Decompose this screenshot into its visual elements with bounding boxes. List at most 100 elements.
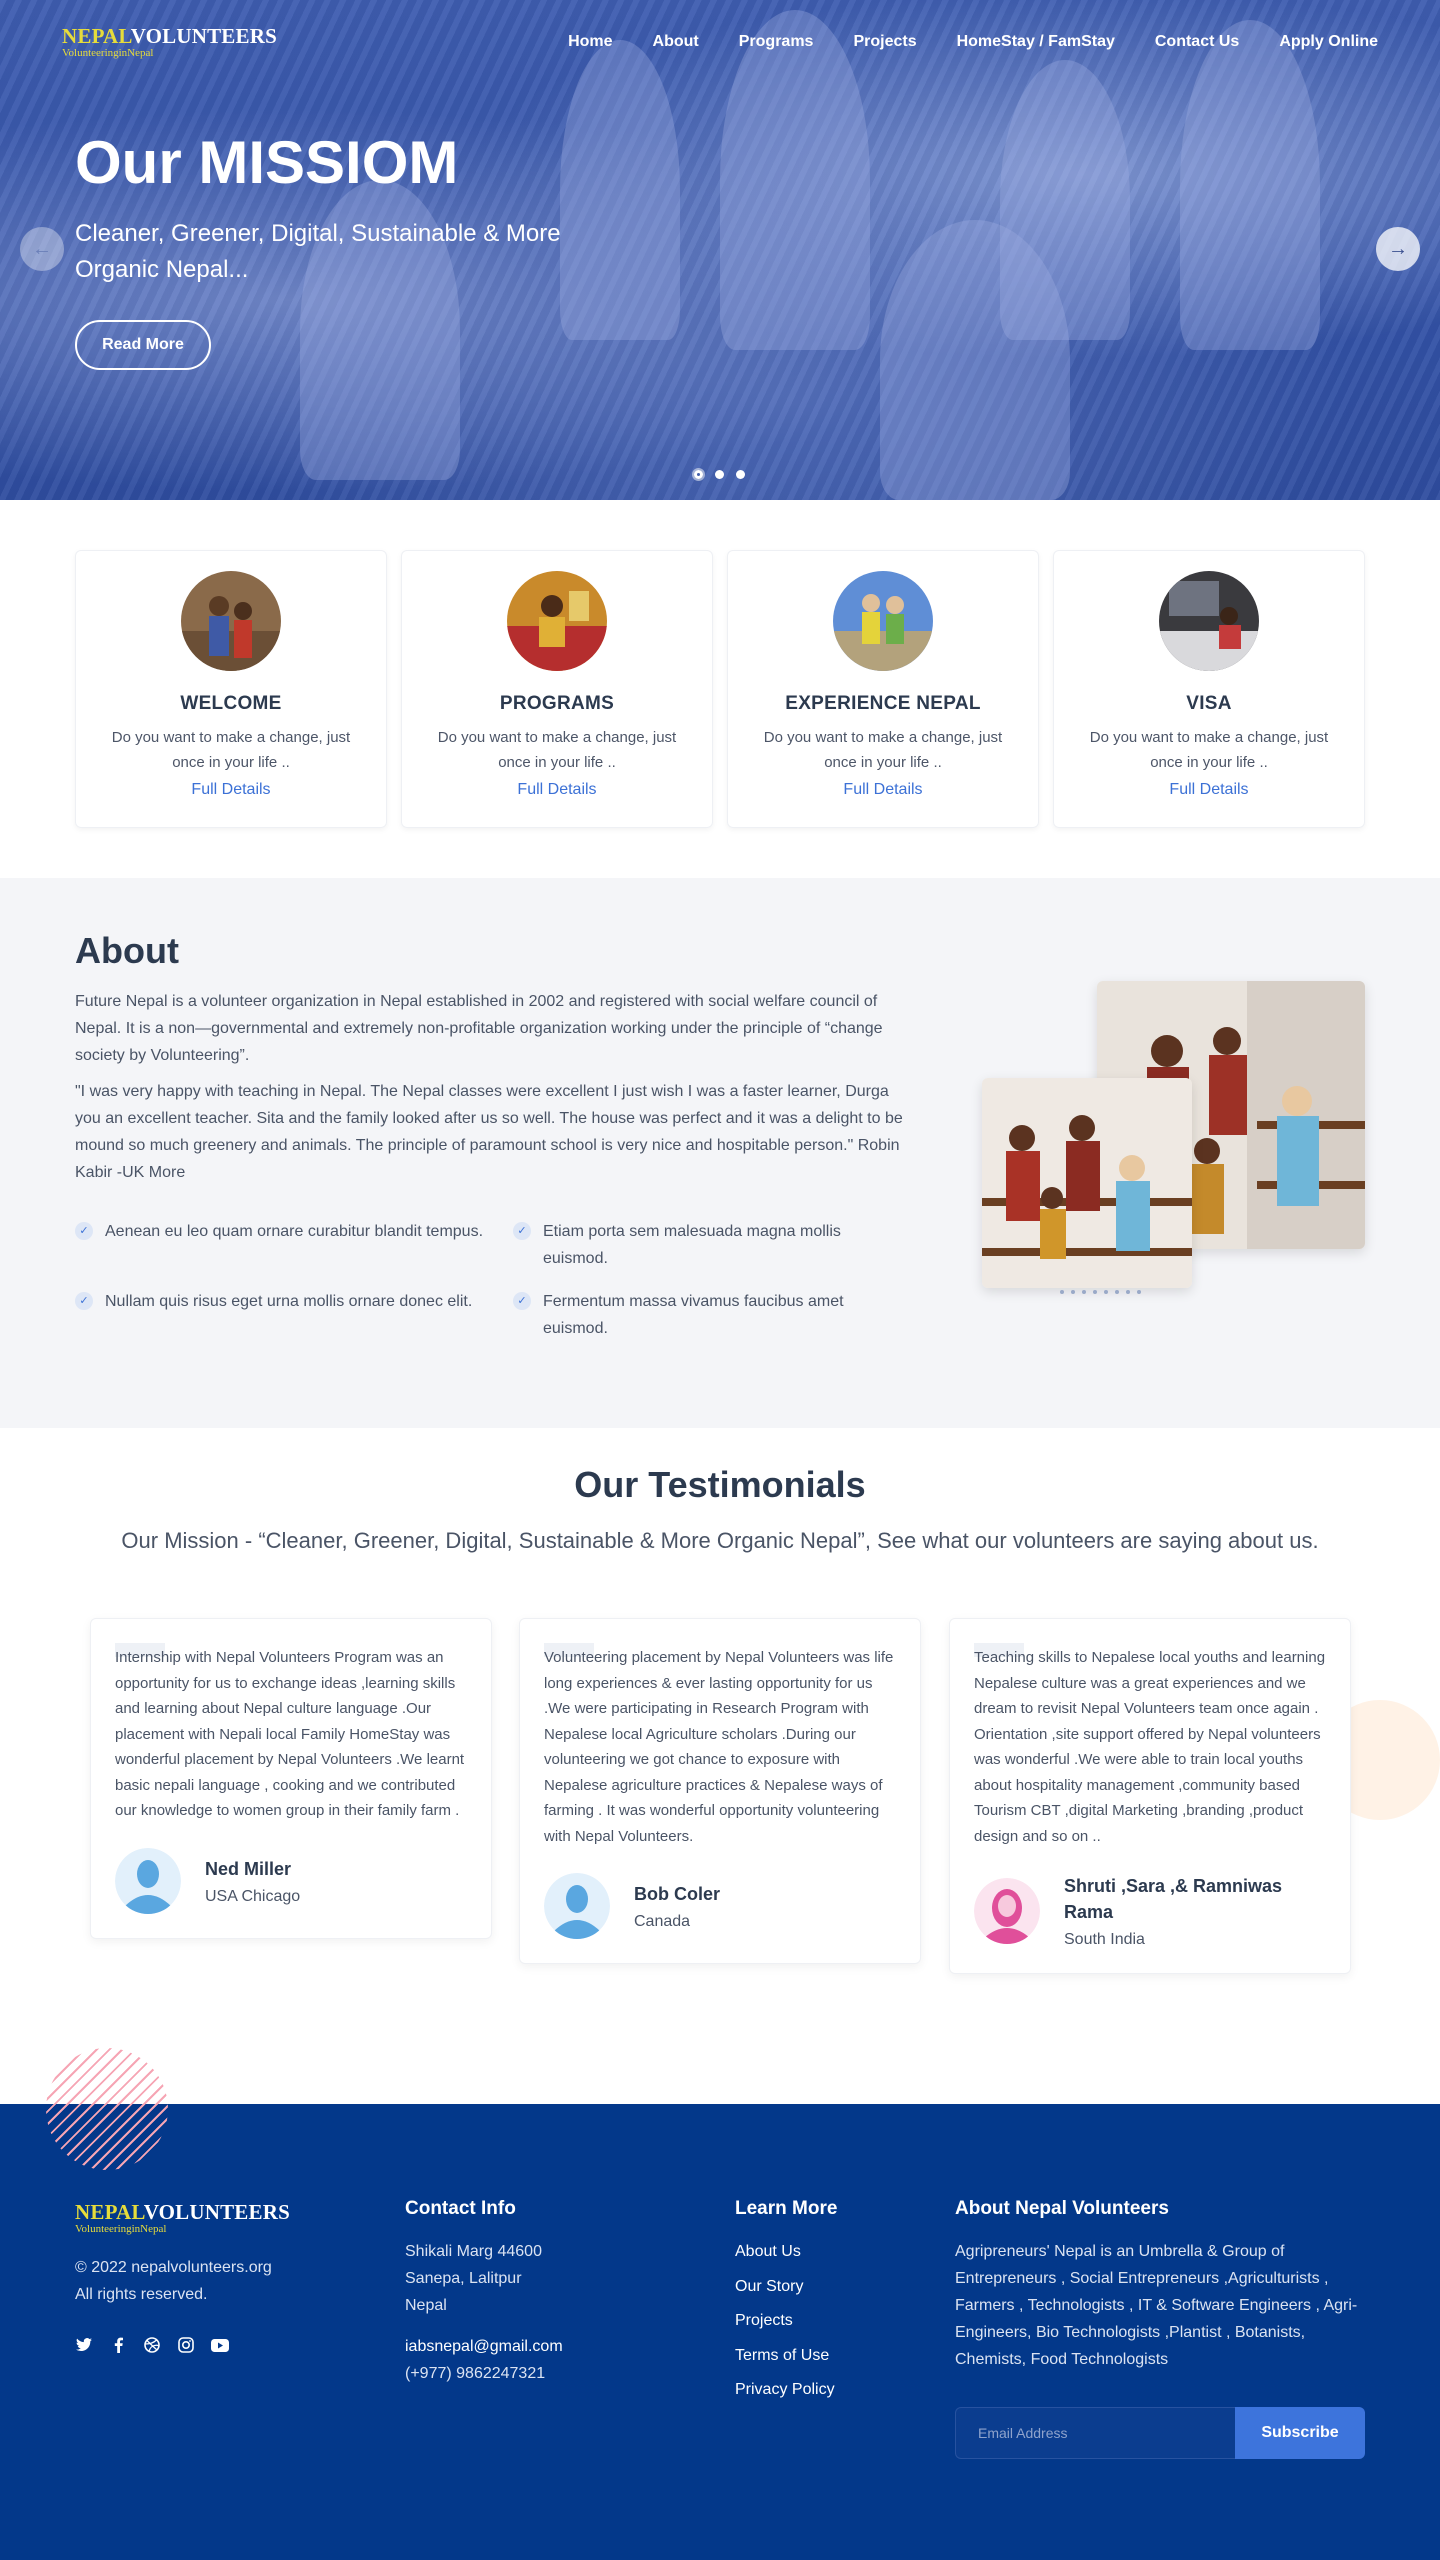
site-logo[interactable]: NEPALVOLUNTEERS VolunteeringinNepal xyxy=(62,23,277,59)
author-name: Bob Coler xyxy=(634,1884,721,1904)
footer-contact: Contact Info Shikali Marg 44600 Sanepa, … xyxy=(405,2198,563,2387)
full-details-link[interactable]: Full Details xyxy=(728,781,1038,799)
subscribe-button[interactable]: Subscribe xyxy=(1235,2407,1365,2459)
feature-text: Do you want to make a change, just once … xyxy=(1089,729,1329,771)
feature-title: EXPERIENCE NEPAL xyxy=(785,693,981,714)
feature-photo xyxy=(181,571,281,671)
slider-next-button[interactable]: → xyxy=(1376,227,1420,271)
photo-dots-decoration xyxy=(1060,1290,1141,1294)
nav-projects[interactable]: Projects xyxy=(853,33,916,51)
rights-text: All rights reserved. xyxy=(75,2286,208,2303)
avatar xyxy=(974,1878,1040,1944)
logo-text-yellow: NEPAL xyxy=(62,23,131,48)
arrow-left-icon: ← xyxy=(32,237,52,260)
footer-link-projects[interactable]: Projects xyxy=(735,2307,837,2334)
full-details-link[interactable]: Full Details xyxy=(1054,781,1364,799)
testimonial-author: Shruti ,Sara ,& Ramniwas Rama South Indi… xyxy=(974,1873,1326,1949)
logo-text-yellow: NEPAL xyxy=(75,2200,144,2224)
check-icon: ✓ xyxy=(513,1222,531,1240)
testimonial-card: Internship with Nepal Volunteers Program… xyxy=(90,1618,492,1939)
testimonials-title: Our Testimonials xyxy=(574,1464,866,1505)
nav-home[interactable]: Home xyxy=(568,33,612,51)
testimonial-card: Teaching skills to Nepalese local youths… xyxy=(949,1618,1351,1974)
logo-subtitle: VolunteeringinNepal xyxy=(62,46,154,59)
testimonial-quote: Teaching skills to Nepalese local youths… xyxy=(974,1649,1326,1845)
about-checklist: ✓ Aenean eu leo quam ornare curabitur bla… xyxy=(75,1218,915,1342)
address-line: Nepal xyxy=(405,2297,447,2314)
testimonials-lead: Our Mission - “Cleaner, Greener, Digital… xyxy=(121,1528,1319,1553)
footer-learn-more: Learn More About Us Our Story Projects T… xyxy=(735,2198,837,2411)
feature-photo xyxy=(507,571,607,671)
author-name: Shruti ,Sara ,& Ramniwas Rama xyxy=(1064,1876,1283,1922)
site-footer: NEPALVOLUNTEERS VolunteeringinNepal © 20… xyxy=(0,2104,1440,2560)
checklist-item: ✓ Aenean eu leo quam ornare curabitur bla… xyxy=(75,1218,513,1272)
nav-contact-us[interactable]: Contact Us xyxy=(1155,33,1239,51)
copyright-text: © 2022 nepalvolunteers.org xyxy=(75,2259,272,2276)
slider-pagination xyxy=(694,470,745,479)
youtube-icon[interactable] xyxy=(211,2336,229,2354)
checklist-text: Aenean eu leo quam ornare curabitur blan… xyxy=(105,1223,484,1240)
checklist-item: ✓ Nullam quis risus eget urna mollis orna… xyxy=(75,1288,513,1342)
about-testimonial-paragraph: "I was very happy with teaching in Nepal… xyxy=(75,1083,903,1181)
footer-logo[interactable]: NEPALVOLUNTEERS VolunteeringinNepal xyxy=(75,2202,290,2235)
avatar xyxy=(544,1873,610,1939)
slider-prev-button[interactable]: ← xyxy=(20,227,64,271)
facebook-icon[interactable] xyxy=(109,2336,127,2354)
footer-about-text: Agripreneurs' Nepal is an Umbrella & Gro… xyxy=(955,2243,1358,2368)
footer-link-about-us[interactable]: About Us xyxy=(735,2238,837,2265)
nav-apply-online[interactable]: Apply Online xyxy=(1279,33,1378,51)
feature-title: PROGRAMS xyxy=(499,693,615,714)
feature-text: Do you want to make a change, just once … xyxy=(437,729,677,771)
slider-dot[interactable] xyxy=(694,470,703,479)
about-photo-front xyxy=(982,1078,1192,1288)
about-title: About xyxy=(75,930,179,971)
contact-email-link[interactable]: iabsnepal@gmail.com xyxy=(405,2333,563,2360)
nav-about[interactable]: About xyxy=(653,33,699,51)
avatar xyxy=(115,1847,181,1914)
address-line: Sanepa, Lalitpur xyxy=(405,2270,522,2287)
logo-subtitle: VolunteeringinNepal xyxy=(75,2223,167,2235)
instagram-icon[interactable] xyxy=(177,2336,195,2354)
arrow-right-icon: → xyxy=(1388,237,1408,260)
footer-about: About Nepal Volunteers Agripreneurs' Nep… xyxy=(955,2198,1365,2373)
footer-about-heading: About Nepal Volunteers xyxy=(955,2198,1169,2219)
top-navigation: NEPALVOLUNTEERS VolunteeringinNepal Home… xyxy=(0,0,1440,84)
about-paragraph: Future Nepal is a volunteer organization… xyxy=(75,993,883,1064)
read-more-button[interactable]: Read More xyxy=(75,320,211,370)
testimonial-quote: Internship with Nepal Volunteers Program… xyxy=(115,1649,465,1819)
nav-programs[interactable]: Programs xyxy=(739,33,814,51)
full-details-link[interactable]: Full Details xyxy=(76,781,386,799)
logo-text-white: VOLUNTEERS xyxy=(143,2200,290,2224)
nav-homestay[interactable]: HomeStay / FamStay xyxy=(957,33,1115,51)
slider-dot[interactable] xyxy=(715,470,724,479)
author-location: South India xyxy=(1064,1931,1145,1948)
learn-more-heading: Learn More xyxy=(735,2198,838,2219)
feature-title: WELCOME xyxy=(180,693,282,714)
feature-card-welcome: WELCOME Do you want to make a change, ju… xyxy=(75,550,387,828)
feature-photo xyxy=(833,571,933,671)
twitter-icon[interactable] xyxy=(75,2336,93,2354)
feature-cards: WELCOME Do you want to make a change, ju… xyxy=(0,500,1440,878)
slider-dot[interactable] xyxy=(736,470,745,479)
checklist-text: Etiam porta sem malesuada magna mollis e… xyxy=(543,1223,841,1267)
testimonial-card: Volunteering placement by Nepal Voluntee… xyxy=(519,1618,921,1964)
checklist-text: Nullam quis risus eget urna mollis ornar… xyxy=(105,1293,473,1310)
feature-text: Do you want to make a change, just once … xyxy=(111,729,351,771)
dribbble-icon[interactable] xyxy=(143,2336,161,2354)
full-details-link[interactable]: Full Details xyxy=(402,781,712,799)
social-links xyxy=(75,2336,229,2354)
footer-link-terms[interactable]: Terms of Use xyxy=(735,2342,837,2369)
copyright: © 2022 nepalvolunteers.org All rights re… xyxy=(75,2254,272,2308)
checklist-text: Fermentum massa vivamus faucibus amet eu… xyxy=(543,1293,844,1337)
check-icon: ✓ xyxy=(75,1292,93,1310)
checklist-item: ✓ Fermentum massa vivamus faucibus amet e… xyxy=(513,1288,913,1342)
newsletter-form: Subscribe xyxy=(955,2407,1365,2459)
feature-card-visa: VISA Do you want to make a change, just … xyxy=(1053,550,1365,828)
feature-title: VISA xyxy=(1186,693,1232,714)
author-location: USA Chicago xyxy=(205,1887,301,1905)
feature-card-experience-nepal: EXPERIENCE NEPAL Do you want to make a c… xyxy=(727,550,1039,828)
footer-link-our-story[interactable]: Our Story xyxy=(735,2273,837,2300)
newsletter-email-input[interactable] xyxy=(955,2407,1235,2459)
author-location: Canada xyxy=(634,1913,691,1930)
footer-link-privacy[interactable]: Privacy Policy xyxy=(735,2376,837,2403)
